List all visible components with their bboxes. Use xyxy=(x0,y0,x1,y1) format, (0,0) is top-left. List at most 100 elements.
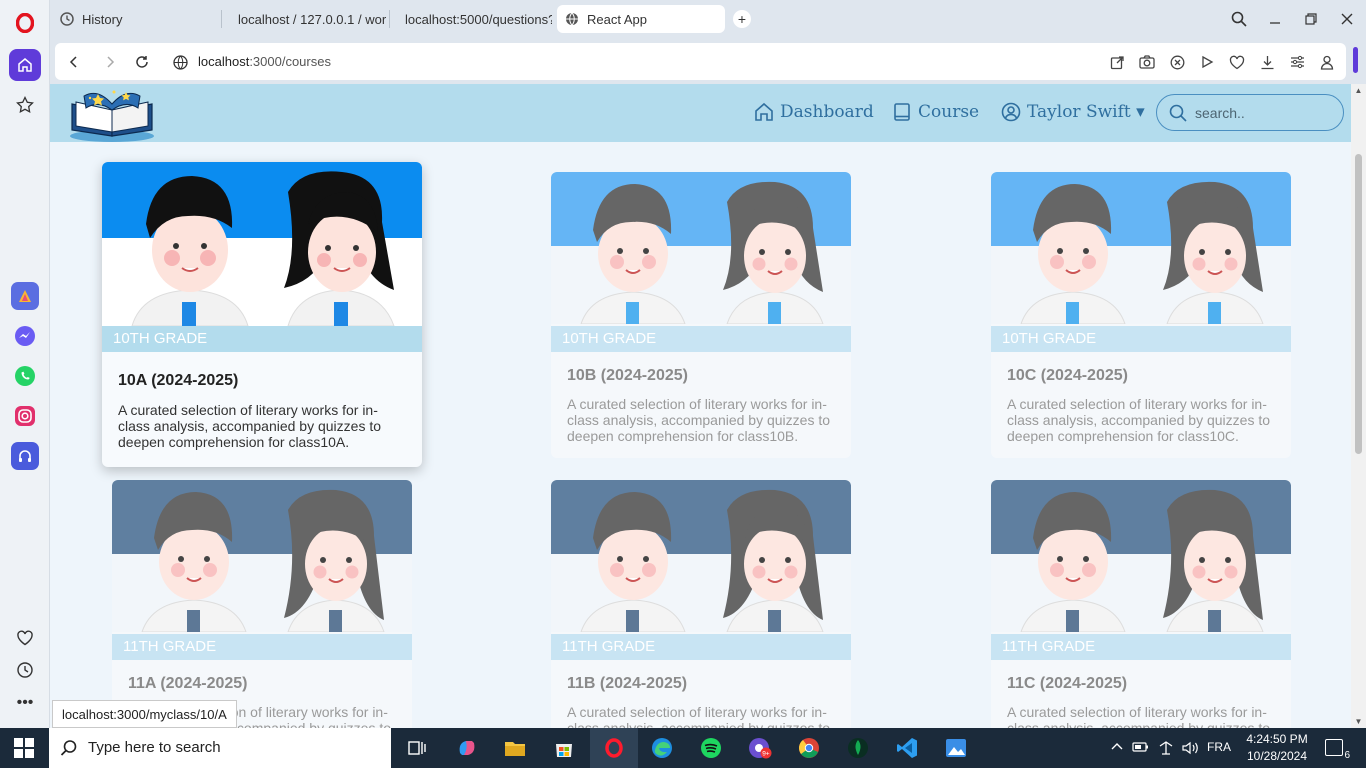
edge-icon[interactable] xyxy=(650,736,674,760)
course-card-10c[interactable]: 10TH GRADE 10C (2024-2025) A curated sel… xyxy=(991,172,1291,458)
home-icon[interactable] xyxy=(9,49,41,81)
nav-course-label: Course xyxy=(918,102,980,122)
copilot-icon[interactable] xyxy=(455,736,479,760)
restore-icon[interactable] xyxy=(1300,8,1322,30)
mongodb-compass-icon[interactable] xyxy=(846,736,870,760)
opera-sidebar: ••• xyxy=(0,0,50,728)
course-title: 10A (2024-2025) xyxy=(118,372,239,389)
photos-icon[interactable] xyxy=(944,736,968,760)
tab-phpmyadmin[interactable]: PMA localhost / 127.0.0.1 / wor xyxy=(222,5,386,33)
forward-icon[interactable] xyxy=(100,52,120,72)
music-player-icon[interactable] xyxy=(11,442,39,470)
students-illustration xyxy=(991,172,1291,324)
taskbar-clock[interactable]: 4:24:50 PM 10/28/2024 xyxy=(1244,731,1310,765)
download-icon[interactable] xyxy=(1257,52,1277,72)
students-illustration xyxy=(102,162,422,326)
new-tab-button[interactable]: + xyxy=(733,10,751,28)
tab-label: localhost:5000/questions? xyxy=(405,11,552,27)
course-card-10b[interactable]: 10TH GRADE 10B (2024-2025) A curated sel… xyxy=(551,172,851,458)
course-title: 11C (2024-2025) xyxy=(1007,675,1128,692)
minimize-icon[interactable] xyxy=(1264,8,1286,30)
taskbar-search[interactable]: Type here to search xyxy=(49,728,391,768)
nav-dashboard-label: Dashboard xyxy=(780,102,874,122)
nav-course[interactable]: Course xyxy=(892,102,979,122)
course-card-11b[interactable]: 11TH GRADE 11B (2024-2025) A curated sel… xyxy=(551,480,851,728)
course-card-10a[interactable]: 10TH GRADE 10A (2024-2025) A curated sel… xyxy=(102,162,422,467)
globe-icon xyxy=(566,12,578,26)
player-play-icon[interactable] xyxy=(1197,52,1217,72)
volume-icon[interactable] xyxy=(1181,740,1199,759)
clock-icon[interactable] xyxy=(11,656,39,684)
tab-questions[interactable]: localhost:5000/questions? xyxy=(389,5,552,33)
course-card-11a[interactable]: 11TH GRADE 11A (2024-2025) A curated sel… xyxy=(112,480,412,728)
network-icon[interactable] xyxy=(1157,740,1175,759)
grade-label: 11TH GRADE xyxy=(551,634,851,660)
clock-date: 10/28/2024 xyxy=(1246,749,1308,763)
whatsapp-icon[interactable] xyxy=(11,362,39,390)
favorite-heart-icon[interactable] xyxy=(1227,52,1247,72)
language-indicator[interactable]: FRA xyxy=(1207,740,1231,754)
tab-react-app[interactable]: React App xyxy=(557,5,725,33)
spotify-icon[interactable] xyxy=(699,736,723,760)
address-field[interactable]: localhost:3000/courses xyxy=(55,43,1346,80)
site-info-globe-icon[interactable] xyxy=(170,52,190,72)
search-box[interactable] xyxy=(1156,94,1344,131)
course-description: A curated selection of literary works fo… xyxy=(567,704,831,728)
microsoft-store-icon[interactable] xyxy=(552,736,576,760)
grade-label: 11TH GRADE xyxy=(112,634,412,660)
page-scrollbar[interactable]: ▲ ▼ xyxy=(1351,84,1366,728)
heart-icon[interactable] xyxy=(11,624,39,652)
show-hidden-icons-icon[interactable] xyxy=(1110,740,1124,757)
students-illustration xyxy=(551,480,851,632)
course-description: A curated selection of literary works fo… xyxy=(1007,396,1271,444)
more-icon[interactable]: ••• xyxy=(11,689,39,717)
course-description: A curated selection of literary works fo… xyxy=(1007,704,1271,728)
scroll-down-arrow-icon[interactable]: ▼ xyxy=(1354,717,1363,726)
back-icon[interactable] xyxy=(64,52,84,72)
page-viewport: Dashboard Course Taylor Swift ▾ search..… xyxy=(50,84,1351,728)
task-view-icon[interactable] xyxy=(405,736,429,760)
open-book-logo[interactable] xyxy=(68,86,156,142)
windows-taskbar: Type here to search 9+ FRA 4:24:50 PM 10… xyxy=(0,728,1366,768)
scroll-up-arrow-icon[interactable]: ▲ xyxy=(1354,86,1363,95)
adblock-shield-icon[interactable] xyxy=(1167,52,1187,72)
course-card-11c[interactable]: 11TH GRADE 11C (2024-2025) A curated sel… xyxy=(991,480,1291,728)
tab-label: React App xyxy=(587,11,647,27)
search-input[interactable] xyxy=(1195,103,1335,123)
chrome-icon[interactable] xyxy=(797,736,821,760)
nav-user-menu[interactable]: Taylor Swift ▾ xyxy=(1001,102,1145,122)
instagram-icon[interactable] xyxy=(11,402,39,430)
course-title: 11B (2024-2025) xyxy=(567,675,688,692)
url-text[interactable]: localhost:3000/courses xyxy=(198,54,331,69)
close-window-icon[interactable] xyxy=(1336,8,1358,30)
windows-start-icon[interactable] xyxy=(14,738,34,758)
search-icon xyxy=(60,740,77,756)
easy-setup-icon[interactable] xyxy=(1287,52,1307,72)
opera-logo-icon[interactable] xyxy=(12,10,38,36)
opera-taskbar-icon[interactable] xyxy=(602,736,626,760)
file-explorer-icon[interactable] xyxy=(503,736,527,760)
course-title: 11A (2024-2025) xyxy=(128,675,248,692)
history-icon xyxy=(60,12,74,26)
notification-center-icon[interactable]: 6 xyxy=(1325,739,1350,761)
course-description: A curated selection of literary works fo… xyxy=(567,396,831,444)
students-illustration xyxy=(991,480,1291,632)
snapshot-camera-icon[interactable] xyxy=(1137,52,1157,72)
search-tabs-icon[interactable] xyxy=(1228,8,1250,30)
tab-history[interactable]: History xyxy=(52,5,218,33)
share-page-icon[interactable] xyxy=(1107,52,1127,72)
reload-icon[interactable] xyxy=(132,52,152,72)
messenger-icon[interactable] xyxy=(11,322,39,350)
sidebar-accent-bar xyxy=(1353,47,1358,73)
game-app-icon[interactable]: 9+ xyxy=(748,736,772,760)
nav-dashboard[interactable]: Dashboard xyxy=(754,102,874,122)
vscode-icon[interactable] xyxy=(895,736,919,760)
battery-icon[interactable] xyxy=(1132,740,1150,757)
book-icon xyxy=(894,103,910,121)
aria-icon[interactable] xyxy=(11,282,39,310)
scrollbar-thumb[interactable] xyxy=(1355,154,1362,454)
profile-icon[interactable] xyxy=(1317,52,1337,72)
url-host: localhost xyxy=(198,54,250,69)
star-icon[interactable] xyxy=(11,91,39,119)
taskbar-search-placeholder: Type here to search xyxy=(88,739,221,756)
